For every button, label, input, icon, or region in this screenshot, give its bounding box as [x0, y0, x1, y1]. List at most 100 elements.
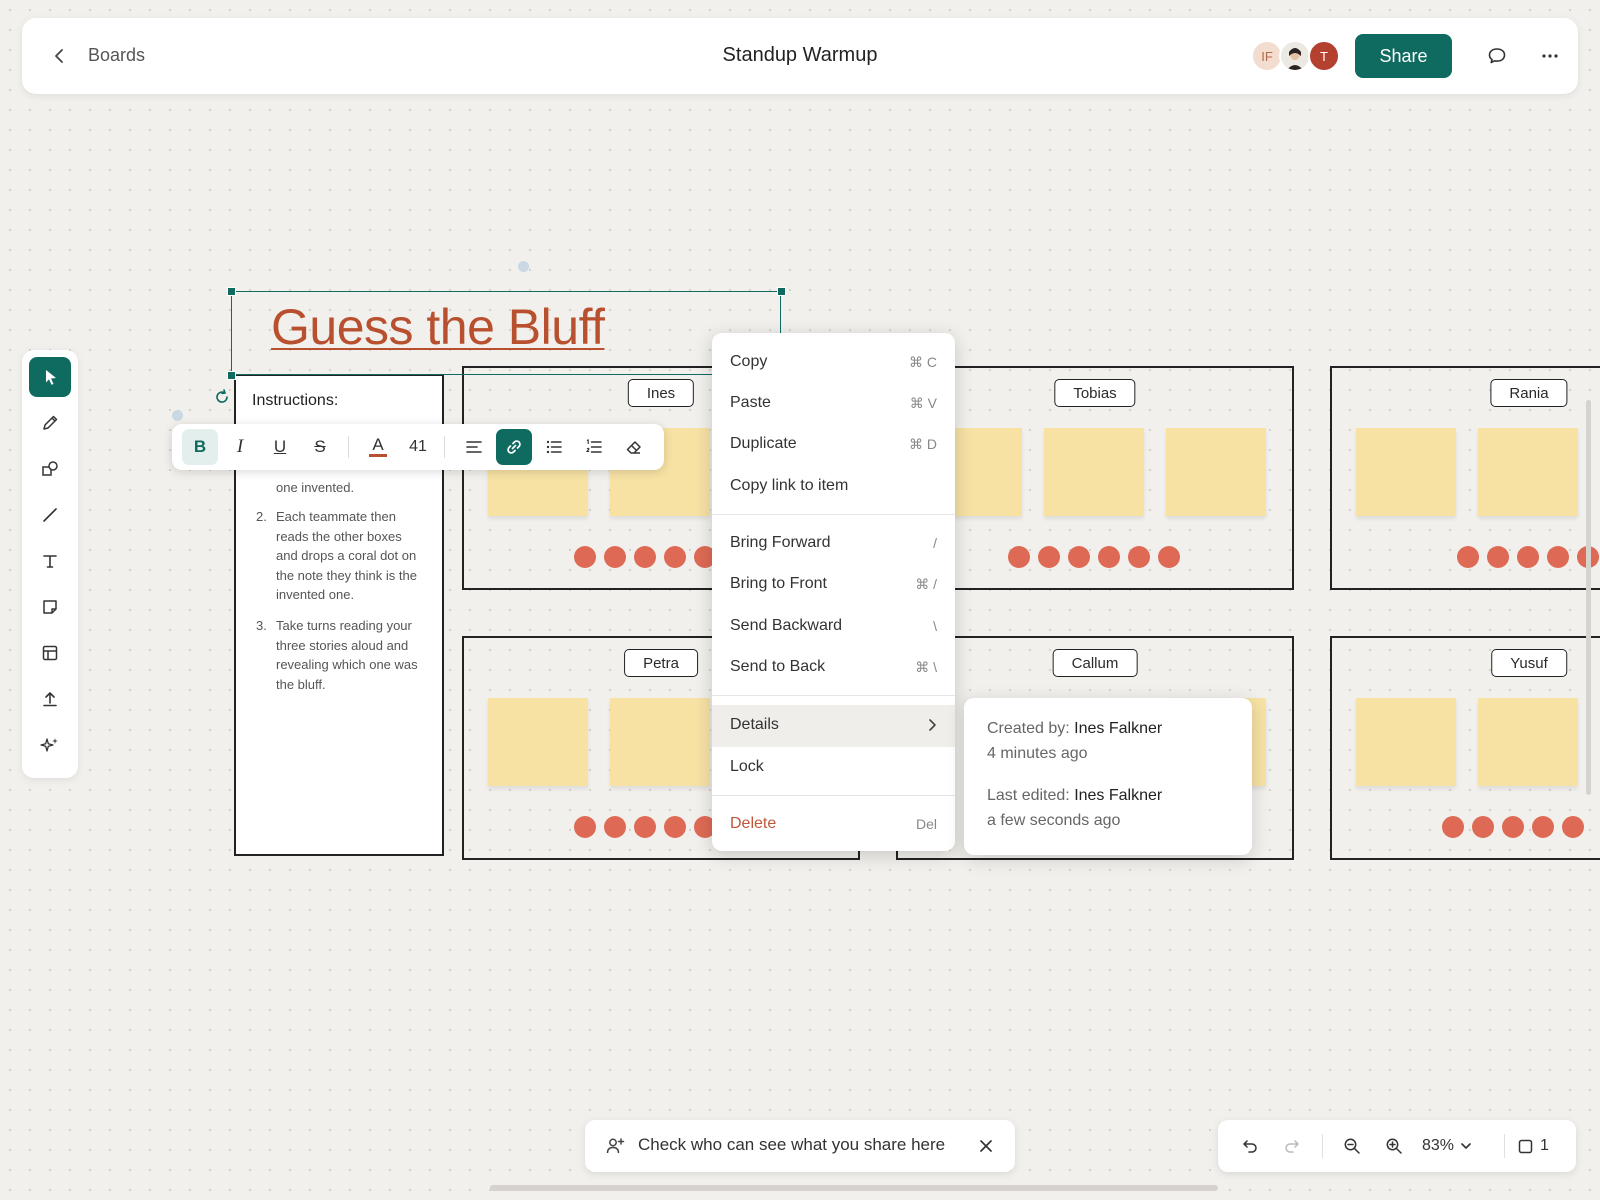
bullet-list-icon	[546, 440, 562, 454]
pen-tool[interactable]	[29, 403, 71, 443]
ai-tool[interactable]	[29, 725, 71, 765]
cursor-icon	[46, 370, 56, 385]
resize-handle[interactable]	[227, 287, 236, 296]
vote-dot[interactable]	[1442, 816, 1464, 838]
zoom-out-button[interactable]	[1336, 1130, 1368, 1162]
vote-dot[interactable]	[1457, 546, 1479, 568]
text-tool[interactable]	[29, 541, 71, 581]
vote-dot[interactable]	[634, 816, 656, 838]
resize-handle[interactable]	[777, 287, 786, 296]
zoom-in-button[interactable]	[1378, 1130, 1410, 1162]
shapes-tool[interactable]	[29, 449, 71, 489]
toolbar-divider	[444, 436, 445, 458]
rotate-icon[interactable]	[213, 388, 231, 406]
vote-dot[interactable]	[1532, 816, 1554, 838]
undo-button[interactable]	[1234, 1130, 1266, 1162]
vertical-scrollbar[interactable]	[1586, 400, 1591, 795]
underline-button[interactable]: U	[262, 429, 298, 465]
menu-item-send-backward[interactable]: Send Backward \	[712, 607, 955, 647]
vote-dot[interactable]	[1517, 546, 1539, 568]
menu-item-copy-link[interactable]: Copy link to item	[712, 467, 955, 507]
name-tag-yusuf[interactable]: Yusuf	[1491, 649, 1567, 677]
sticky-note[interactable]	[1166, 428, 1266, 516]
vote-dot[interactable]	[664, 816, 686, 838]
menu-item-copy[interactable]: Copy ⌘ C	[712, 343, 955, 383]
vote-dot[interactable]	[1487, 546, 1509, 568]
horizontal-scrollbar[interactable]	[490, 1185, 1218, 1191]
connector-handle[interactable]	[172, 410, 183, 421]
menu-item-bring-forward[interactable]: Bring Forward /	[712, 524, 955, 564]
name-tag-rania[interactable]: Rania	[1490, 379, 1568, 407]
toast-close-button[interactable]	[973, 1133, 999, 1159]
rotate-handle[interactable]	[518, 261, 529, 272]
font-size-field[interactable]: 41	[400, 429, 436, 465]
menu-item-delete[interactable]: Delete Del	[712, 805, 955, 845]
menu-item-send-to-back[interactable]: Send to Back ⌘ \	[712, 648, 955, 688]
vote-dot[interactable]	[1502, 816, 1524, 838]
vote-dot[interactable]	[1472, 816, 1494, 838]
comments-button[interactable]	[1481, 40, 1513, 72]
line-tool[interactable]	[29, 495, 71, 535]
share-button[interactable]: Share	[1355, 34, 1452, 78]
vote-dot[interactable]	[604, 816, 626, 838]
bullet-list-button[interactable]	[536, 429, 572, 465]
strikethrough-button[interactable]: S	[302, 429, 338, 465]
menu-shortcut: ⌘ C	[909, 354, 937, 370]
user-plus-icon	[606, 1138, 625, 1154]
vote-dot[interactable]	[1008, 546, 1030, 568]
numbered-list-button[interactable]	[576, 429, 612, 465]
zoom-level-dropdown[interactable]: 83%	[1422, 1130, 1472, 1162]
sticky-note[interactable]	[488, 698, 588, 786]
vote-dot[interactable]	[1038, 546, 1060, 568]
sticky-note[interactable]	[1478, 428, 1578, 516]
vote-dot[interactable]	[574, 816, 596, 838]
resize-handle[interactable]	[227, 371, 236, 380]
vote-dot[interactable]	[634, 546, 656, 568]
vote-dot[interactable]	[1098, 546, 1120, 568]
font-color-button[interactable]: A	[360, 429, 396, 465]
clear-format-button[interactable]	[616, 429, 652, 465]
share-visibility-toast: Check who can see what you share here	[585, 1120, 1015, 1172]
vote-dot[interactable]	[664, 546, 686, 568]
avatar-photo[interactable]	[1279, 40, 1311, 72]
bold-button[interactable]: B	[182, 429, 218, 465]
name-tag-petra[interactable]: Petra	[624, 649, 698, 677]
zoom-divider	[1322, 1134, 1323, 1158]
align-button[interactable]	[456, 429, 492, 465]
menu-item-duplicate[interactable]: Duplicate ⌘ D	[712, 425, 955, 465]
name-tag-ines[interactable]: Ines	[627, 379, 695, 407]
sticky-note[interactable]	[610, 698, 710, 786]
link-button[interactable]	[496, 429, 532, 465]
redo-button[interactable]	[1276, 1130, 1308, 1162]
vote-dot[interactable]	[1158, 546, 1180, 568]
more-options-button[interactable]	[1534, 40, 1566, 72]
vote-dot[interactable]	[1562, 816, 1584, 838]
name-tag-tobias[interactable]: Tobias	[1054, 379, 1136, 407]
menu-item-lock[interactable]: Lock	[712, 748, 955, 788]
sticky-note[interactable]	[1356, 698, 1456, 786]
context-menu: Copy ⌘ C Paste ⌘ V Duplicate ⌘ D Copy li…	[712, 333, 955, 851]
upload-tool[interactable]	[29, 679, 71, 719]
menu-item-bring-to-front[interactable]: Bring to Front ⌘ /	[712, 565, 955, 605]
vote-dot[interactable]	[1068, 546, 1090, 568]
sticky-note[interactable]	[1478, 698, 1578, 786]
vote-dot[interactable]	[1128, 546, 1150, 568]
select-tool[interactable]	[29, 357, 71, 397]
pages-button[interactable]: 1	[1518, 1130, 1549, 1162]
vote-dot[interactable]	[1547, 546, 1569, 568]
toast-message[interactable]: Check who can see what you share here	[638, 1135, 945, 1155]
sticky-note-tool[interactable]	[29, 587, 71, 627]
board-title: Standup Warmup	[722, 44, 878, 66]
menu-item-details[interactable]: Details	[712, 705, 955, 747]
vote-dot[interactable]	[604, 546, 626, 568]
sticky-note[interactable]	[1356, 428, 1456, 516]
vote-dot[interactable]	[574, 546, 596, 568]
name-tag-callum[interactable]: Callum	[1052, 649, 1138, 677]
italic-button[interactable]: I	[222, 429, 258, 465]
template-tool[interactable]	[29, 633, 71, 673]
menu-item-paste[interactable]: Paste ⌘ V	[712, 384, 955, 424]
edited-label: Last edited:	[987, 787, 1070, 804]
avatar-t[interactable]: T	[1308, 40, 1340, 72]
eraser-icon	[626, 441, 641, 454]
sticky-note[interactable]	[1044, 428, 1144, 516]
